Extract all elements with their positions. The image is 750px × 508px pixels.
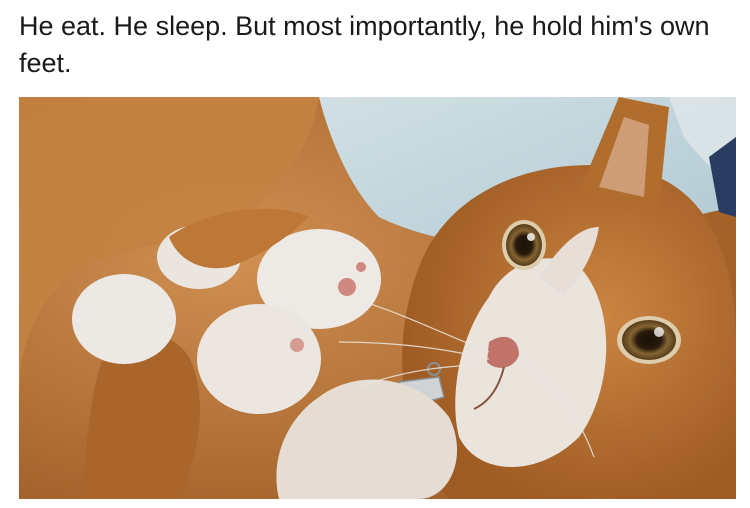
cat-photo — [19, 97, 736, 499]
meme-card: He eat. He sleep. But most importantly, … — [0, 0, 750, 508]
meme-caption: He eat. He sleep. But most importantly, … — [19, 11, 710, 78]
photo-shade — [19, 97, 736, 499]
cat-illustration — [19, 97, 736, 499]
